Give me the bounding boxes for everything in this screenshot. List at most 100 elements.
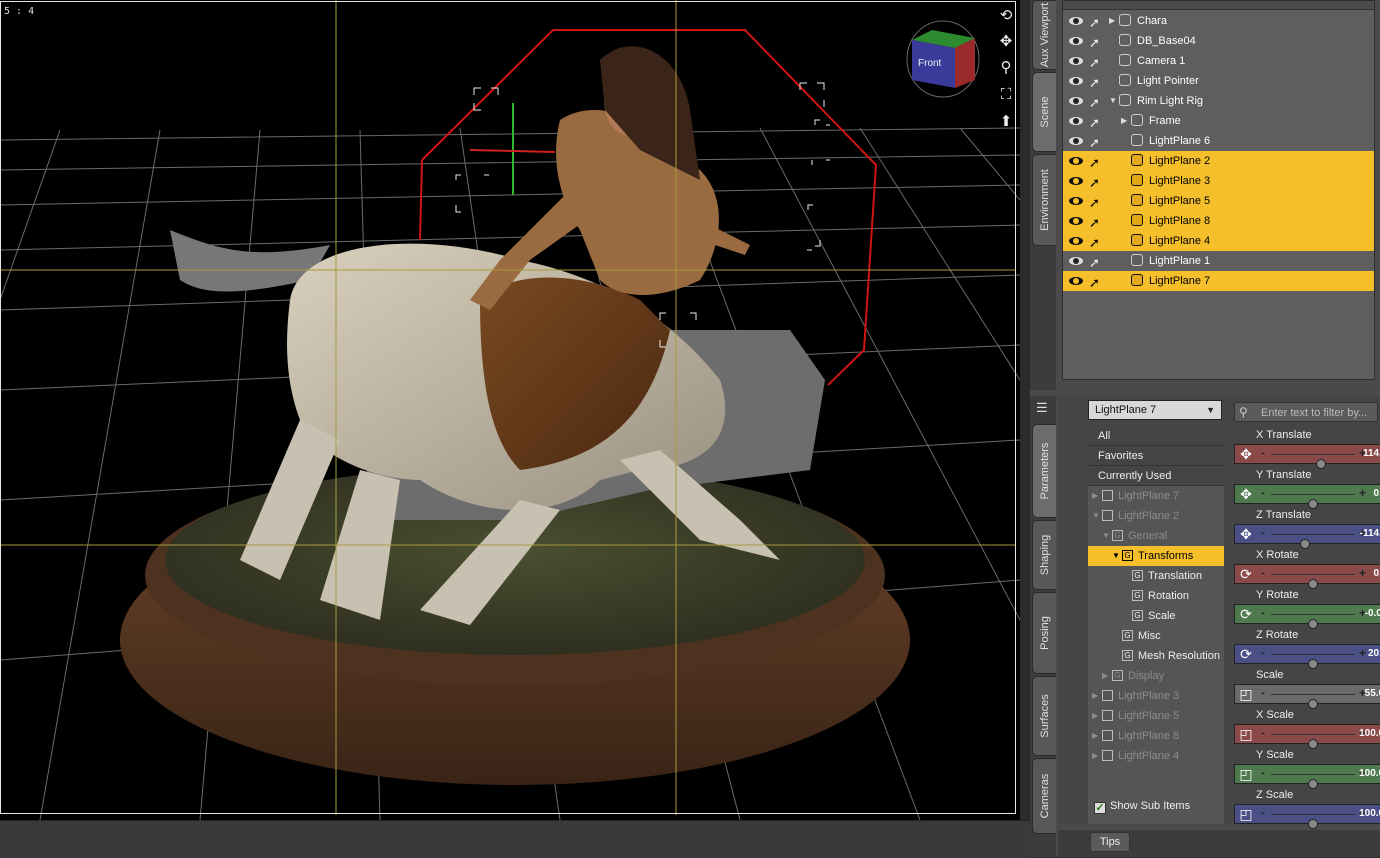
selectable-cursor-icon[interactable]: ➚ <box>1089 173 1100 193</box>
increment-button[interactable]: + <box>1359 486 1366 500</box>
visibility-eye-icon[interactable] <box>1069 77 1083 85</box>
increment-button[interactable]: + <box>1359 646 1366 660</box>
visibility-eye-icon[interactable] <box>1069 57 1083 65</box>
group-category[interactable]: All <box>1088 426 1224 446</box>
slider-bar[interactable]: ✥-+-114.96 <box>1234 524 1380 549</box>
slider-track[interactable] <box>1271 814 1355 829</box>
scene-item[interactable]: ➚ LightPlane 4 <box>1063 231 1374 251</box>
parameter-slider[interactable]: X Translate⚙✥-+114.96 <box>1234 428 1380 469</box>
slider-bar[interactable]: ◰-+55.0% <box>1234 684 1380 709</box>
selectable-cursor-icon[interactable]: ➚ <box>1089 273 1100 293</box>
slider-bar[interactable]: ⟳- +20.79 <box>1234 644 1380 669</box>
expand-arrow-icon[interactable]: ▶ <box>1092 746 1098 766</box>
visibility-eye-icon[interactable] <box>1069 177 1083 185</box>
parameter-slider[interactable]: X Rotate⚙⟳-+0.35 <box>1234 548 1380 589</box>
group-item[interactable]: ▶ G Display <box>1088 666 1224 686</box>
decrement-button[interactable]: - <box>1261 647 1265 659</box>
visibility-eye-icon[interactable] <box>1069 277 1083 285</box>
tab-tips[interactable]: Tips <box>1090 832 1130 852</box>
visibility-eye-icon[interactable] <box>1069 217 1083 225</box>
decrement-button[interactable]: - <box>1261 767 1265 779</box>
expand-arrow-icon[interactable]: ▶ <box>1109 11 1115 31</box>
group-item[interactable]: ▶ LightPlane 3 <box>1088 686 1224 706</box>
scene-item[interactable]: ➚ LightPlane 7 <box>1063 271 1374 291</box>
group-item[interactable]: ▼ G Transforms <box>1088 546 1224 566</box>
slider-bar[interactable]: ◰-+100.0% <box>1234 804 1380 829</box>
parameter-slider[interactable]: Y Translate⚙✥-+0.00 <box>1234 468 1380 509</box>
group-category[interactable]: Currently Used <box>1088 466 1224 486</box>
group-item[interactable]: ▼ LightPlane 2 <box>1088 506 1224 526</box>
decrement-button[interactable]: - <box>1261 687 1265 699</box>
slider-knob[interactable] <box>1308 819 1318 829</box>
decrement-button[interactable]: - <box>1261 607 1265 619</box>
visibility-eye-icon[interactable] <box>1069 237 1083 245</box>
group-item[interactable]: G Translation <box>1088 566 1224 586</box>
group-item[interactable]: G Mesh Resolution <box>1088 646 1224 666</box>
slider-bar[interactable]: ⟳-+-0.065 <box>1234 604 1380 629</box>
tab-aux-viewport[interactable]: Aux Viewport <box>1032 0 1056 70</box>
slider-value[interactable]: 0.00 <box>1374 488 1380 499</box>
scene-item[interactable]: ➚ ▼ Rim Light Rig <box>1063 91 1374 111</box>
group-item[interactable]: G Misc <box>1088 626 1224 646</box>
slider-track[interactable] <box>1271 574 1355 589</box>
slider-track[interactable] <box>1271 654 1355 669</box>
frame-icon[interactable]: ⛶ <box>996 85 1016 105</box>
parameter-slider[interactable]: Y Rotate⚙⟳-+-0.065 <box>1234 588 1380 629</box>
slider-track[interactable] <box>1271 534 1355 549</box>
parameter-slider[interactable]: Z Translate⚙✥-+-114.96 <box>1234 508 1380 549</box>
decrement-button[interactable]: - <box>1261 487 1265 499</box>
scene-item[interactable]: ➚ LightPlane 3 <box>1063 171 1374 191</box>
selectable-cursor-icon[interactable]: ➚ <box>1089 193 1100 213</box>
expand-arrow-icon[interactable]: ▼ <box>1109 91 1117 111</box>
zoom-icon[interactable]: ⚲ <box>996 58 1016 78</box>
tab-surfaces[interactable]: Surfaces <box>1032 676 1056 756</box>
group-item[interactable]: G Rotation <box>1088 586 1224 606</box>
slider-bar[interactable]: ⟳- +0.35 <box>1234 564 1380 589</box>
selectable-cursor-icon[interactable]: ➚ <box>1089 253 1100 273</box>
expand-arrow-icon[interactable]: ▼ <box>1112 546 1120 566</box>
slider-value[interactable]: -0.065 <box>1365 608 1380 619</box>
group-item[interactable]: ▶ LightPlane 4 <box>1088 746 1224 766</box>
scene-item[interactable]: ➚ DB_Base04 <box>1063 31 1374 51</box>
slider-track[interactable] <box>1271 494 1355 509</box>
group-item[interactable]: G Scale <box>1088 606 1224 626</box>
selectable-cursor-icon[interactable]: ➚ <box>1089 93 1100 113</box>
parameter-slider[interactable]: Scale⚙◰-+55.0% <box>1234 668 1380 709</box>
selectable-cursor-icon[interactable]: ➚ <box>1089 133 1100 153</box>
slider-value[interactable]: 20.79 <box>1368 648 1380 659</box>
expand-arrow-icon[interactable]: ▶ <box>1092 686 1098 706</box>
slider-value[interactable]: 55.0% <box>1365 688 1380 699</box>
decrement-button[interactable]: - <box>1261 727 1265 739</box>
tab-shaping[interactable]: Shaping <box>1032 520 1056 590</box>
scene-item[interactable]: ➚ ▶ Frame <box>1063 111 1374 131</box>
slider-value[interactable]: 100.0% <box>1359 808 1380 819</box>
visibility-eye-icon[interactable] <box>1069 157 1083 165</box>
tab-scene[interactable]: Scene <box>1032 72 1056 152</box>
scene-tree[interactable]: ➚ ▶ Chara ➚ DB_Base04 ➚ Camera 1 ➚ Light Pointer… <box>1062 0 1375 380</box>
slider-bar[interactable]: ✥-+114.96 <box>1234 444 1380 469</box>
group-item[interactable]: ▶ LightPlane 8 <box>1088 726 1224 746</box>
visibility-eye-icon[interactable] <box>1069 117 1083 125</box>
visibility-eye-icon[interactable] <box>1069 17 1083 25</box>
slider-value[interactable]: 114.96 <box>1363 448 1380 459</box>
expand-arrow-icon[interactable]: ▶ <box>1092 706 1098 726</box>
slider-bar[interactable]: ◰-+100.0% <box>1234 724 1380 749</box>
scene-item[interactable]: ➚ LightPlane 6 <box>1063 131 1374 151</box>
decrement-button[interactable]: - <box>1261 807 1265 819</box>
orbit-icon[interactable]: ⟲ <box>996 6 1016 26</box>
selectable-cursor-icon[interactable]: ➚ <box>1089 53 1100 73</box>
slider-bar[interactable]: ◰-+100.0% <box>1234 764 1380 789</box>
selectable-cursor-icon[interactable]: ➚ <box>1089 33 1100 53</box>
scene-item[interactable]: ➚ Camera 1 <box>1063 51 1374 71</box>
expand-arrow-icon[interactable]: ▶ <box>1092 486 1098 506</box>
increment-button[interactable]: + <box>1359 566 1366 580</box>
decrement-button[interactable]: - <box>1261 527 1265 539</box>
3d-viewport[interactable]: Front 5 : 4 ⟲ ✥ ⚲ ⛶ ⬆ <box>0 0 1020 820</box>
slider-track[interactable] <box>1271 694 1355 709</box>
parameter-slider[interactable]: X Scale⚙◰-+100.0% <box>1234 708 1380 749</box>
filter-field[interactable]: ⚲ <box>1234 402 1378 422</box>
group-item[interactable]: ▶ LightPlane 5 <box>1088 706 1224 726</box>
slider-value[interactable]: -114.96 <box>1360 528 1380 539</box>
slider-value[interactable]: 0.35 <box>1374 568 1380 579</box>
expand-arrow-icon[interactable]: ▼ <box>1092 506 1100 526</box>
